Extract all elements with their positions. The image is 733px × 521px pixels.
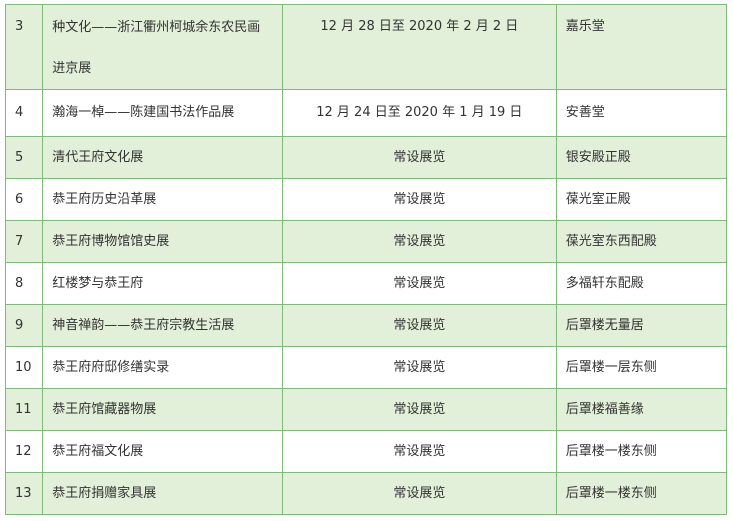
exhibition-venue: 嘉乐堂 — [555, 4, 728, 90]
exhibition-dates: 常设展览 — [281, 136, 557, 179]
row-number: 3 — [4, 4, 44, 90]
table-row: 9 神音禅韵——恭王府宗教生活展 常设展览 后罩楼无量居 — [4, 304, 728, 347]
exhibition-title: 恭王府博物馆馆史展 — [42, 220, 283, 263]
exhibition-dates: 12 月 28 日至 2020 年 2 月 2 日 — [281, 4, 557, 90]
exhibition-dates: 常设展览 — [281, 178, 557, 221]
row-number: 9 — [4, 304, 44, 347]
exhibition-venue: 葆光室东西配殿 — [555, 220, 728, 263]
exhibition-dates: 常设展览 — [281, 388, 557, 431]
table-row: 13 恭王府捐赠家具展 常设展览 后罩楼一楼东侧 — [4, 472, 728, 515]
table-row: 10 恭王府府邸修缮实录 常设展览 后罩楼一层东侧 — [4, 346, 728, 389]
table-row: 8 红楼梦与恭王府 常设展览 多福轩东配殿 — [4, 262, 728, 305]
table-row: 3 种文化——浙江衢州柯城余东农民画进京展 12 月 28 日至 2020 年 … — [4, 4, 728, 90]
exhibition-venue: 后罩楼一楼东侧 — [555, 472, 728, 515]
exhibition-title: 恭王府馆藏器物展 — [42, 388, 283, 431]
row-number: 7 — [4, 220, 44, 263]
exhibition-title: 恭王府福文化展 — [42, 430, 283, 473]
exhibition-title: 神音禅韵——恭王府宗教生活展 — [42, 304, 283, 347]
row-number: 11 — [4, 388, 44, 431]
exhibition-dates: 常设展览 — [281, 262, 557, 305]
exhibition-title: 恭王府捐赠家具展 — [42, 472, 283, 515]
exhibition-title: 清代王府文化展 — [42, 136, 283, 179]
row-number: 6 — [4, 178, 44, 221]
table-row: 4 瀚海一棹——陈建国书法作品展 12 月 24 日至 2020 年 1 月 1… — [4, 89, 728, 137]
table-row: 12 恭王府福文化展 常设展览 后罩楼一楼东侧 — [4, 430, 728, 473]
exhibition-venue: 后罩楼一楼东侧 — [555, 430, 728, 473]
exhibition-title: 红楼梦与恭王府 — [42, 262, 283, 305]
table-row: 11 恭王府馆藏器物展 常设展览 后罩楼福善缘 — [4, 388, 728, 431]
exhibition-title: 恭王府历史沿革展 — [42, 178, 283, 221]
exhibition-dates: 常设展览 — [281, 346, 557, 389]
exhibition-title: 瀚海一棹——陈建国书法作品展 — [42, 89, 283, 137]
exhibition-dates: 常设展览 — [281, 304, 557, 347]
row-number: 4 — [4, 89, 44, 137]
table-row: 6 恭王府历史沿革展 常设展览 葆光室正殿 — [4, 178, 728, 221]
exhibition-venue: 多福轩东配殿 — [555, 262, 728, 305]
exhibition-venue: 后罩楼福善缘 — [555, 388, 728, 431]
exhibition-dates: 常设展览 — [281, 220, 557, 263]
exhibition-venue: 银安殿正殿 — [555, 136, 728, 179]
exhibition-table: 3 种文化——浙江衢州柯城余东农民画进京展 12 月 28 日至 2020 年 … — [4, 4, 728, 515]
exhibition-venue: 后罩楼无量居 — [555, 304, 728, 347]
row-number: 5 — [4, 136, 44, 179]
row-number: 13 — [4, 472, 44, 515]
table-row: 5 清代王府文化展 常设展览 银安殿正殿 — [4, 136, 728, 179]
exhibition-venue: 后罩楼一层东侧 — [555, 346, 728, 389]
exhibition-dates: 12 月 24 日至 2020 年 1 月 19 日 — [281, 89, 557, 137]
exhibition-dates: 常设展览 — [281, 472, 557, 515]
row-number: 8 — [4, 262, 44, 305]
exhibition-title: 恭王府府邸修缮实录 — [42, 346, 283, 389]
row-number: 12 — [4, 430, 44, 473]
exhibition-venue: 安善堂 — [555, 89, 728, 137]
exhibition-title: 种文化——浙江衢州柯城余东农民画进京展 — [42, 4, 283, 90]
row-number: 10 — [4, 346, 44, 389]
table-row: 7 恭王府博物馆馆史展 常设展览 葆光室东西配殿 — [4, 220, 728, 263]
exhibition-venue: 葆光室正殿 — [555, 178, 728, 221]
exhibition-dates: 常设展览 — [281, 430, 557, 473]
